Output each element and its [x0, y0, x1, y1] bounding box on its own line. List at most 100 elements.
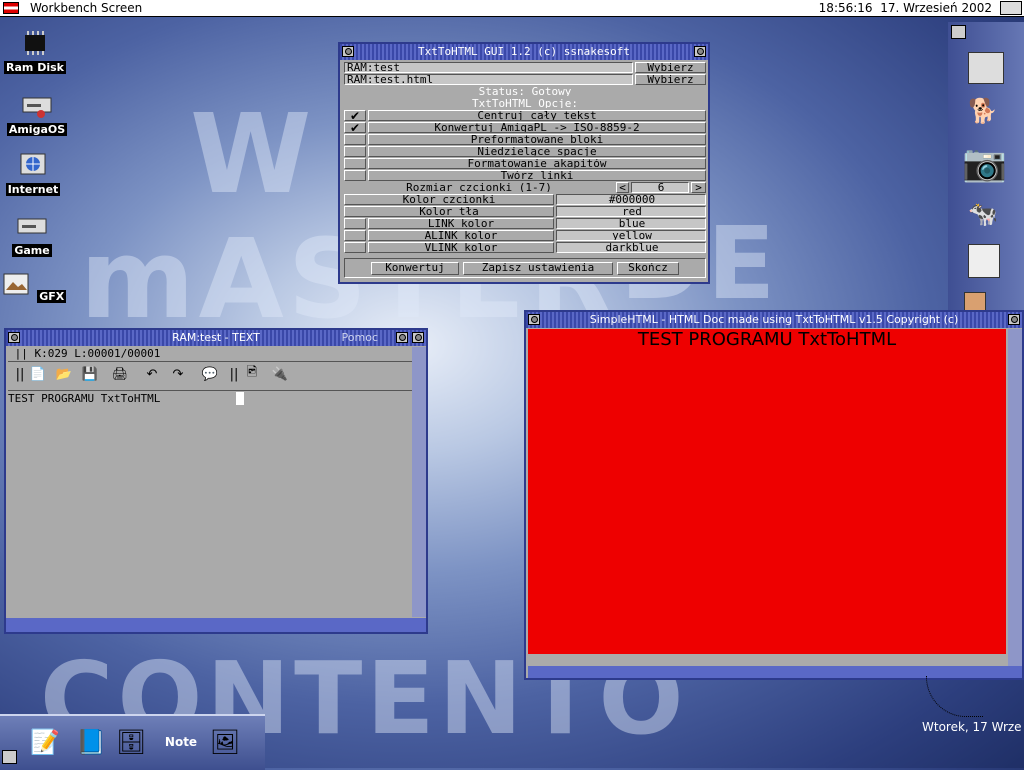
wallpaper-text: W: [190, 90, 316, 218]
desktop-icon-amigaos[interactable]: AmigaOS: [2, 92, 72, 136]
open-folder-icon[interactable]: 📂: [54, 364, 74, 384]
amiga-logo-icon[interactable]: [3, 2, 19, 14]
gui-title-bar[interactable]: TxtToHTML GUI 1.2 (c) ssnakesoft: [340, 44, 708, 60]
font-size-value[interactable]: 6: [631, 182, 689, 193]
desktop-icon-gfx[interactable]: GFX: [0, 272, 67, 303]
app-icon-portrait[interactable]: [964, 292, 986, 312]
editor-bottom-border: [6, 618, 426, 632]
simplehtml-window: SimpleHTML - HTML Doc made using TxtToHT…: [524, 310, 1024, 680]
screen-clock: 18:56:16 17. Wrzesień 2002: [818, 1, 992, 15]
app-icon-dog[interactable]: 🐕: [968, 97, 998, 125]
zoom-gadget[interactable]: [396, 332, 408, 343]
new-file-icon[interactable]: 📄: [28, 364, 48, 384]
color-value-field[interactable]: darkblue: [556, 242, 706, 253]
drive-icon: [22, 97, 52, 118]
depth-gadget[interactable]: [1008, 314, 1020, 325]
comment-icon[interactable]: 💬: [200, 364, 220, 384]
app-icon-cleaner[interactable]: [968, 244, 1000, 278]
browser-status-bar: [528, 654, 1006, 666]
option-label[interactable]: Centruj cały tekst: [368, 110, 706, 121]
txttohtml-gui-window: TxtToHTML GUI 1.2 (c) ssnakesoft RAM:tes…: [338, 42, 710, 284]
color-label: Kolor czcionki: [344, 194, 554, 205]
editor-status-bar: || K:029 L:00001/00001: [8, 347, 412, 362]
drive-icon: [17, 218, 47, 234]
app-icon-camera[interactable]: 📷: [962, 142, 1007, 184]
undo-icon[interactable]: ↶: [142, 364, 162, 384]
option-label[interactable]: Twórz linki: [368, 170, 706, 181]
editor-title-bar[interactable]: RAM:test - TEXT Pomoc: [6, 330, 426, 346]
screen-title-bar: Workbench Screen 18:56:16 17. Wrzesień 2…: [0, 0, 1024, 17]
option-checkbox[interactable]: [344, 146, 366, 157]
option-checkbox[interactable]: ✔: [344, 122, 366, 134]
depth-gadget[interactable]: [951, 25, 966, 39]
note-icon[interactable]: Note: [162, 722, 200, 762]
app-icon-document[interactable]: [968, 52, 1004, 84]
browser-title-bar[interactable]: SimpleHTML - HTML Doc made using TxtToHT…: [526, 312, 1022, 328]
browser-scrollbar[interactable]: [1008, 329, 1022, 669]
color-value-field[interactable]: #000000: [556, 194, 706, 205]
close-gadget[interactable]: [8, 332, 20, 343]
output-file-field[interactable]: RAM:test.html: [344, 74, 633, 85]
analog-clock-face: [926, 676, 983, 717]
choose-input-button[interactable]: Wybierz: [635, 62, 706, 73]
editor-toolbar: || 📄 📂 💾 🖨 ↶ ↷ 💬 || 🖻 🔌: [8, 364, 412, 391]
dock-depth-gadget[interactable]: [2, 750, 17, 764]
toolbar-handle[interactable]: ||: [10, 364, 30, 384]
status-text: Status: Gotowy: [478, 86, 572, 97]
desktop-icon-game[interactable]: Game: [0, 213, 67, 257]
option-checkbox[interactable]: [344, 158, 366, 169]
clock-widget: Wtorek, 17 Wrze: [920, 676, 1024, 736]
print-icon[interactable]: 🖨: [110, 364, 130, 384]
quit-button[interactable]: Skończ: [617, 262, 679, 275]
option-checkbox[interactable]: ✔: [344, 110, 366, 122]
cabinet-icon[interactable]: 🗄: [112, 722, 150, 762]
gui-body: RAM:test Wybierz RAM:test.html Wybierz S…: [344, 62, 706, 278]
html-view[interactable]: TEST PROGRAMU TxtToHTML: [528, 329, 1006, 654]
toolbar-handle[interactable]: ||: [224, 364, 244, 384]
color-label: LINK kolor: [368, 218, 554, 229]
color-value-field[interactable]: blue: [556, 218, 706, 229]
globe-icon: [20, 153, 46, 175]
color-checkbox[interactable]: [344, 230, 366, 241]
option-label[interactable]: Formatowanie akapitów: [368, 158, 706, 169]
image-icon[interactable]: 🖻: [242, 364, 262, 384]
save-settings-button[interactable]: Zapisz ustawienia: [463, 262, 613, 275]
plug-icon[interactable]: 🔌: [270, 364, 290, 384]
color-value-field[interactable]: red: [556, 206, 706, 217]
convert-button[interactable]: Konwertuj: [371, 262, 459, 275]
option-label[interactable]: Niedzielące spacje: [368, 146, 706, 157]
desktop-icon-ram-disk[interactable]: Ram Disk: [0, 30, 70, 74]
windows-icon[interactable]: 🖼: [206, 722, 244, 762]
close-gadget[interactable]: [528, 314, 540, 325]
option-checkbox[interactable]: [344, 134, 366, 145]
option-checkbox[interactable]: [344, 170, 366, 181]
input-file-field[interactable]: RAM:test: [344, 62, 633, 73]
editor-text-area[interactable]: TEST PROGRAMU TxtToHTML: [8, 392, 412, 617]
app-icon-cow[interactable]: 🐄: [968, 200, 998, 228]
option-label[interactable]: Konwertuj AmigaPL -> ISO-8859-2: [368, 122, 706, 133]
color-checkbox[interactable]: [344, 218, 366, 229]
editor-scrollbar[interactable]: [412, 347, 426, 617]
close-gadget[interactable]: [342, 46, 354, 57]
redo-icon[interactable]: ↷: [168, 364, 188, 384]
color-label: VLINK kolor: [368, 242, 554, 253]
save-disk-icon[interactable]: 💾: [80, 364, 100, 384]
options-header: TxtToHTML Opcje:: [472, 98, 578, 109]
choose-output-button[interactable]: Wybierz: [635, 74, 706, 85]
depth-gadget[interactable]: [412, 332, 424, 343]
notepad-icon[interactable]: 📝: [26, 722, 64, 762]
desktop-icon-internet[interactable]: Internet: [0, 152, 68, 196]
screen-title: Workbench Screen: [30, 1, 143, 15]
screen-depth-gadget[interactable]: [1000, 1, 1022, 15]
picture-drawer-icon: [3, 273, 29, 295]
font-size-increment[interactable]: >: [691, 182, 706, 193]
help-menu[interactable]: Pomoc: [342, 330, 378, 346]
right-icon-bar: 🐕 📷 🐄: [948, 22, 1024, 312]
depth-gadget[interactable]: [694, 46, 706, 57]
color-checkbox[interactable]: [344, 242, 366, 253]
dictionary-icon[interactable]: 📘: [72, 722, 110, 762]
option-label[interactable]: Preformatowane bloki: [368, 134, 706, 145]
font-size-decrement[interactable]: <: [616, 182, 629, 193]
color-value-field[interactable]: yellow: [556, 230, 706, 241]
buttons-bar: Konwertuj Zapisz ustawienia Skończ: [344, 258, 706, 278]
